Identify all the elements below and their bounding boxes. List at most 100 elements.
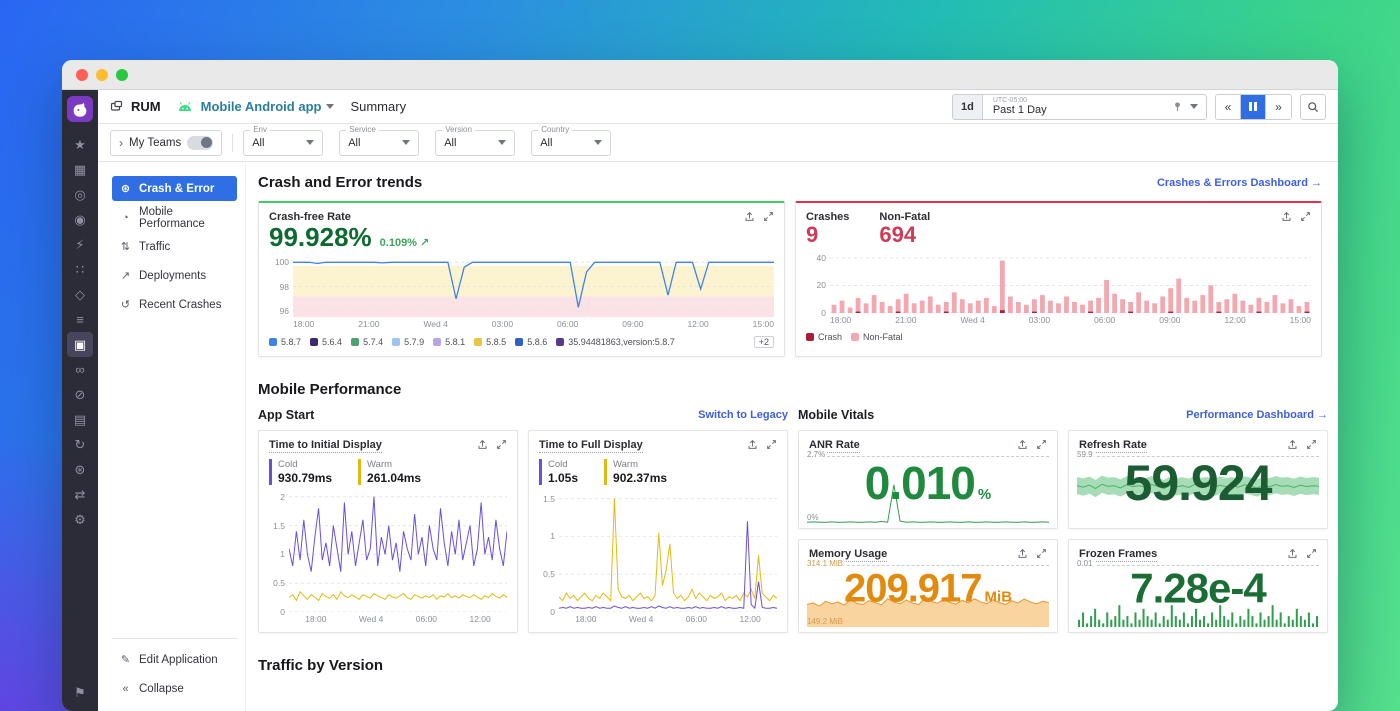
legend-item[interactable]: 5.7.4 xyxy=(351,337,383,347)
export-icon[interactable] xyxy=(1287,548,1298,559)
my-teams-toggle[interactable] xyxy=(187,136,213,150)
switch-to-legacy-link[interactable]: Switch to Legacy xyxy=(698,409,788,421)
ci-icon[interactable]: ⇄ xyxy=(67,482,93,507)
export-icon[interactable] xyxy=(744,211,755,222)
filter-env[interactable]: EnvAll xyxy=(243,130,323,156)
sidebar-item-mobile-performance[interactable]: ◔Mobile Performance xyxy=(112,205,237,230)
sidebar-item-collapse[interactable]: «Collapse xyxy=(112,676,237,701)
legend-item[interactable]: 5.8.6 xyxy=(515,337,547,347)
teams-icon[interactable]: ∷ xyxy=(67,257,93,282)
expand-icon[interactable] xyxy=(496,439,507,450)
expand-icon[interactable] xyxy=(1306,548,1317,559)
playback-controls: « » xyxy=(1215,94,1292,120)
filter-country[interactable]: CountryAll xyxy=(531,130,611,156)
pin-icon[interactable] xyxy=(1167,95,1188,119)
app-selector[interactable]: Mobile Android app xyxy=(201,99,335,114)
anr-min-label: 0% xyxy=(807,513,819,522)
apm-icon[interactable]: ∞ xyxy=(67,357,93,382)
logs-icon[interactable]: ≡ xyxy=(67,307,93,332)
settings-icon[interactable]: ⚙ xyxy=(67,507,93,532)
crashes-errors-dashboard-link[interactable]: Crashes & Errors Dashboard → xyxy=(1157,177,1322,189)
filter-version[interactable]: VersionAll xyxy=(435,130,515,156)
events-icon[interactable]: ⚡ xyxy=(67,232,93,257)
filter-service[interactable]: ServiceAll xyxy=(339,130,419,156)
export-icon[interactable] xyxy=(477,439,488,450)
datadog-logo[interactable] xyxy=(67,96,93,122)
chevron-right-icon[interactable]: › xyxy=(119,136,123,150)
expand-icon[interactable] xyxy=(1036,439,1047,450)
x-tick-label: Wed 4 xyxy=(629,614,653,624)
legend-item[interactable]: 35.94481863,version:5.8.7 xyxy=(556,337,675,347)
watchdog-icon[interactable]: ◉ xyxy=(67,207,93,232)
sidebar-item-deployments[interactable]: ↗Deployments xyxy=(112,263,237,288)
time-range-caret[interactable] xyxy=(1188,95,1206,119)
collapse-icon: « xyxy=(119,683,132,695)
export-icon[interactable] xyxy=(1281,211,1292,222)
y-axis-labels: 9698100 xyxy=(269,255,293,317)
performance-dashboard-link[interactable]: Performance Dashboard → xyxy=(1186,409,1328,421)
x-tick-label: 18:00 xyxy=(305,614,326,624)
crash-free-legend: 5.8.7 5.6.4 5.7.4 5.7.9 5.8.1 5.8.5 5.8.6 35.94… xyxy=(269,336,774,348)
expand-icon[interactable] xyxy=(1300,211,1311,222)
window-minimize-button[interactable] xyxy=(96,69,108,81)
time-zoom-button[interactable] xyxy=(1300,94,1326,120)
y-tick-label: 0.5 xyxy=(273,578,285,588)
export-icon[interactable] xyxy=(1017,548,1028,559)
sidebar-item-edit-application[interactable]: ✎Edit Application xyxy=(112,647,237,672)
non-fatal-value: 694 xyxy=(879,223,930,247)
legend-overflow-badge[interactable]: +2 xyxy=(754,336,774,348)
desktop-background: ★▦◎◉⚡∷◇≡▣∞⊘▤↻⊛⇄⚙ ⚑ RUM xyxy=(0,0,1400,711)
y-tick-label: 96 xyxy=(280,306,289,316)
legend-item[interactable]: 5.8.5 xyxy=(474,337,506,347)
x-axis-labels: 18:0021:00Wed 403:0006:0009:0012:0015:00 xyxy=(293,317,774,329)
crashes-chart[interactable] xyxy=(830,251,1311,313)
sidebar-item-crash-error[interactable]: ⊛Crash & Error xyxy=(112,176,237,201)
expand-icon[interactable] xyxy=(766,439,777,450)
expand-icon[interactable] xyxy=(763,211,774,222)
export-icon[interactable] xyxy=(1017,439,1028,450)
window-fullscreen-button[interactable] xyxy=(116,69,128,81)
dashboards-icon[interactable]: ▦ xyxy=(67,157,93,182)
time-preset-1d[interactable]: 1d xyxy=(953,95,983,119)
time-to-full-display-card: Time to Full Display xyxy=(528,430,788,633)
export-icon[interactable] xyxy=(1287,439,1298,450)
crashes-card: Crashes 9 Non-Fatal 694 xyxy=(795,201,1322,357)
sidebar-item-traffic[interactable]: ⇅Traffic xyxy=(112,234,237,259)
crash-trends-heading: Crash and Error trends xyxy=(258,174,422,191)
synthetics-icon[interactable]: ↻ xyxy=(67,432,93,457)
legend-item[interactable]: Crash xyxy=(806,332,842,342)
ttfd-chart[interactable] xyxy=(559,491,777,612)
legend-item[interactable]: 5.8.7 xyxy=(269,337,301,347)
cold-start-stat: Cold 1.05s xyxy=(539,459,578,485)
ttid-chart[interactable] xyxy=(289,491,507,612)
skip-forward-button[interactable]: » xyxy=(1266,95,1291,119)
app-selector-label: Mobile Android app xyxy=(201,99,322,114)
expand-icon[interactable] xyxy=(1036,548,1047,559)
skip-back-button[interactable]: « xyxy=(1216,95,1241,119)
y-tick-label: 0 xyxy=(280,607,285,617)
crash-free-rate-chart[interactable] xyxy=(293,255,774,317)
warm-value: 261.04ms xyxy=(367,471,421,485)
legend-item[interactable]: 5.7.9 xyxy=(392,337,424,347)
legend-item[interactable]: 5.8.1 xyxy=(433,337,465,347)
notebooks-icon[interactable]: ◇ xyxy=(67,282,93,307)
legend-item[interactable]: 5.6.4 xyxy=(310,337,342,347)
monitors-icon[interactable]: ◎ xyxy=(67,182,93,207)
anr-max-label: 2.7% xyxy=(807,450,827,459)
rum-icon[interactable]: ▣ xyxy=(67,332,93,357)
y-tick-label: 2 xyxy=(280,492,285,502)
legend-swatch xyxy=(310,338,318,346)
pointer-icon[interactable]: ★ xyxy=(67,132,93,157)
expand-icon[interactable] xyxy=(1306,439,1317,450)
window-close-button[interactable] xyxy=(76,69,88,81)
sidebar-item-recent-crashes[interactable]: ↺Recent Crashes xyxy=(112,292,237,317)
app-sidebar: ⊛Crash & Error ◔Mobile Performance ⇅Traffi… xyxy=(98,162,246,711)
help-icon[interactable]: ⚑ xyxy=(74,677,86,711)
security-icon[interactable]: ⊘ xyxy=(67,382,93,407)
audit-icon[interactable]: ▤ xyxy=(67,407,93,432)
pause-button[interactable] xyxy=(1241,95,1266,119)
time-range-control[interactable]: 1d UTC-05:00 Past 1 Day xyxy=(952,94,1207,120)
legend-item[interactable]: Non-Fatal xyxy=(851,332,903,342)
error-tracking-icon[interactable]: ⊛ xyxy=(67,457,93,482)
export-icon[interactable] xyxy=(747,439,758,450)
